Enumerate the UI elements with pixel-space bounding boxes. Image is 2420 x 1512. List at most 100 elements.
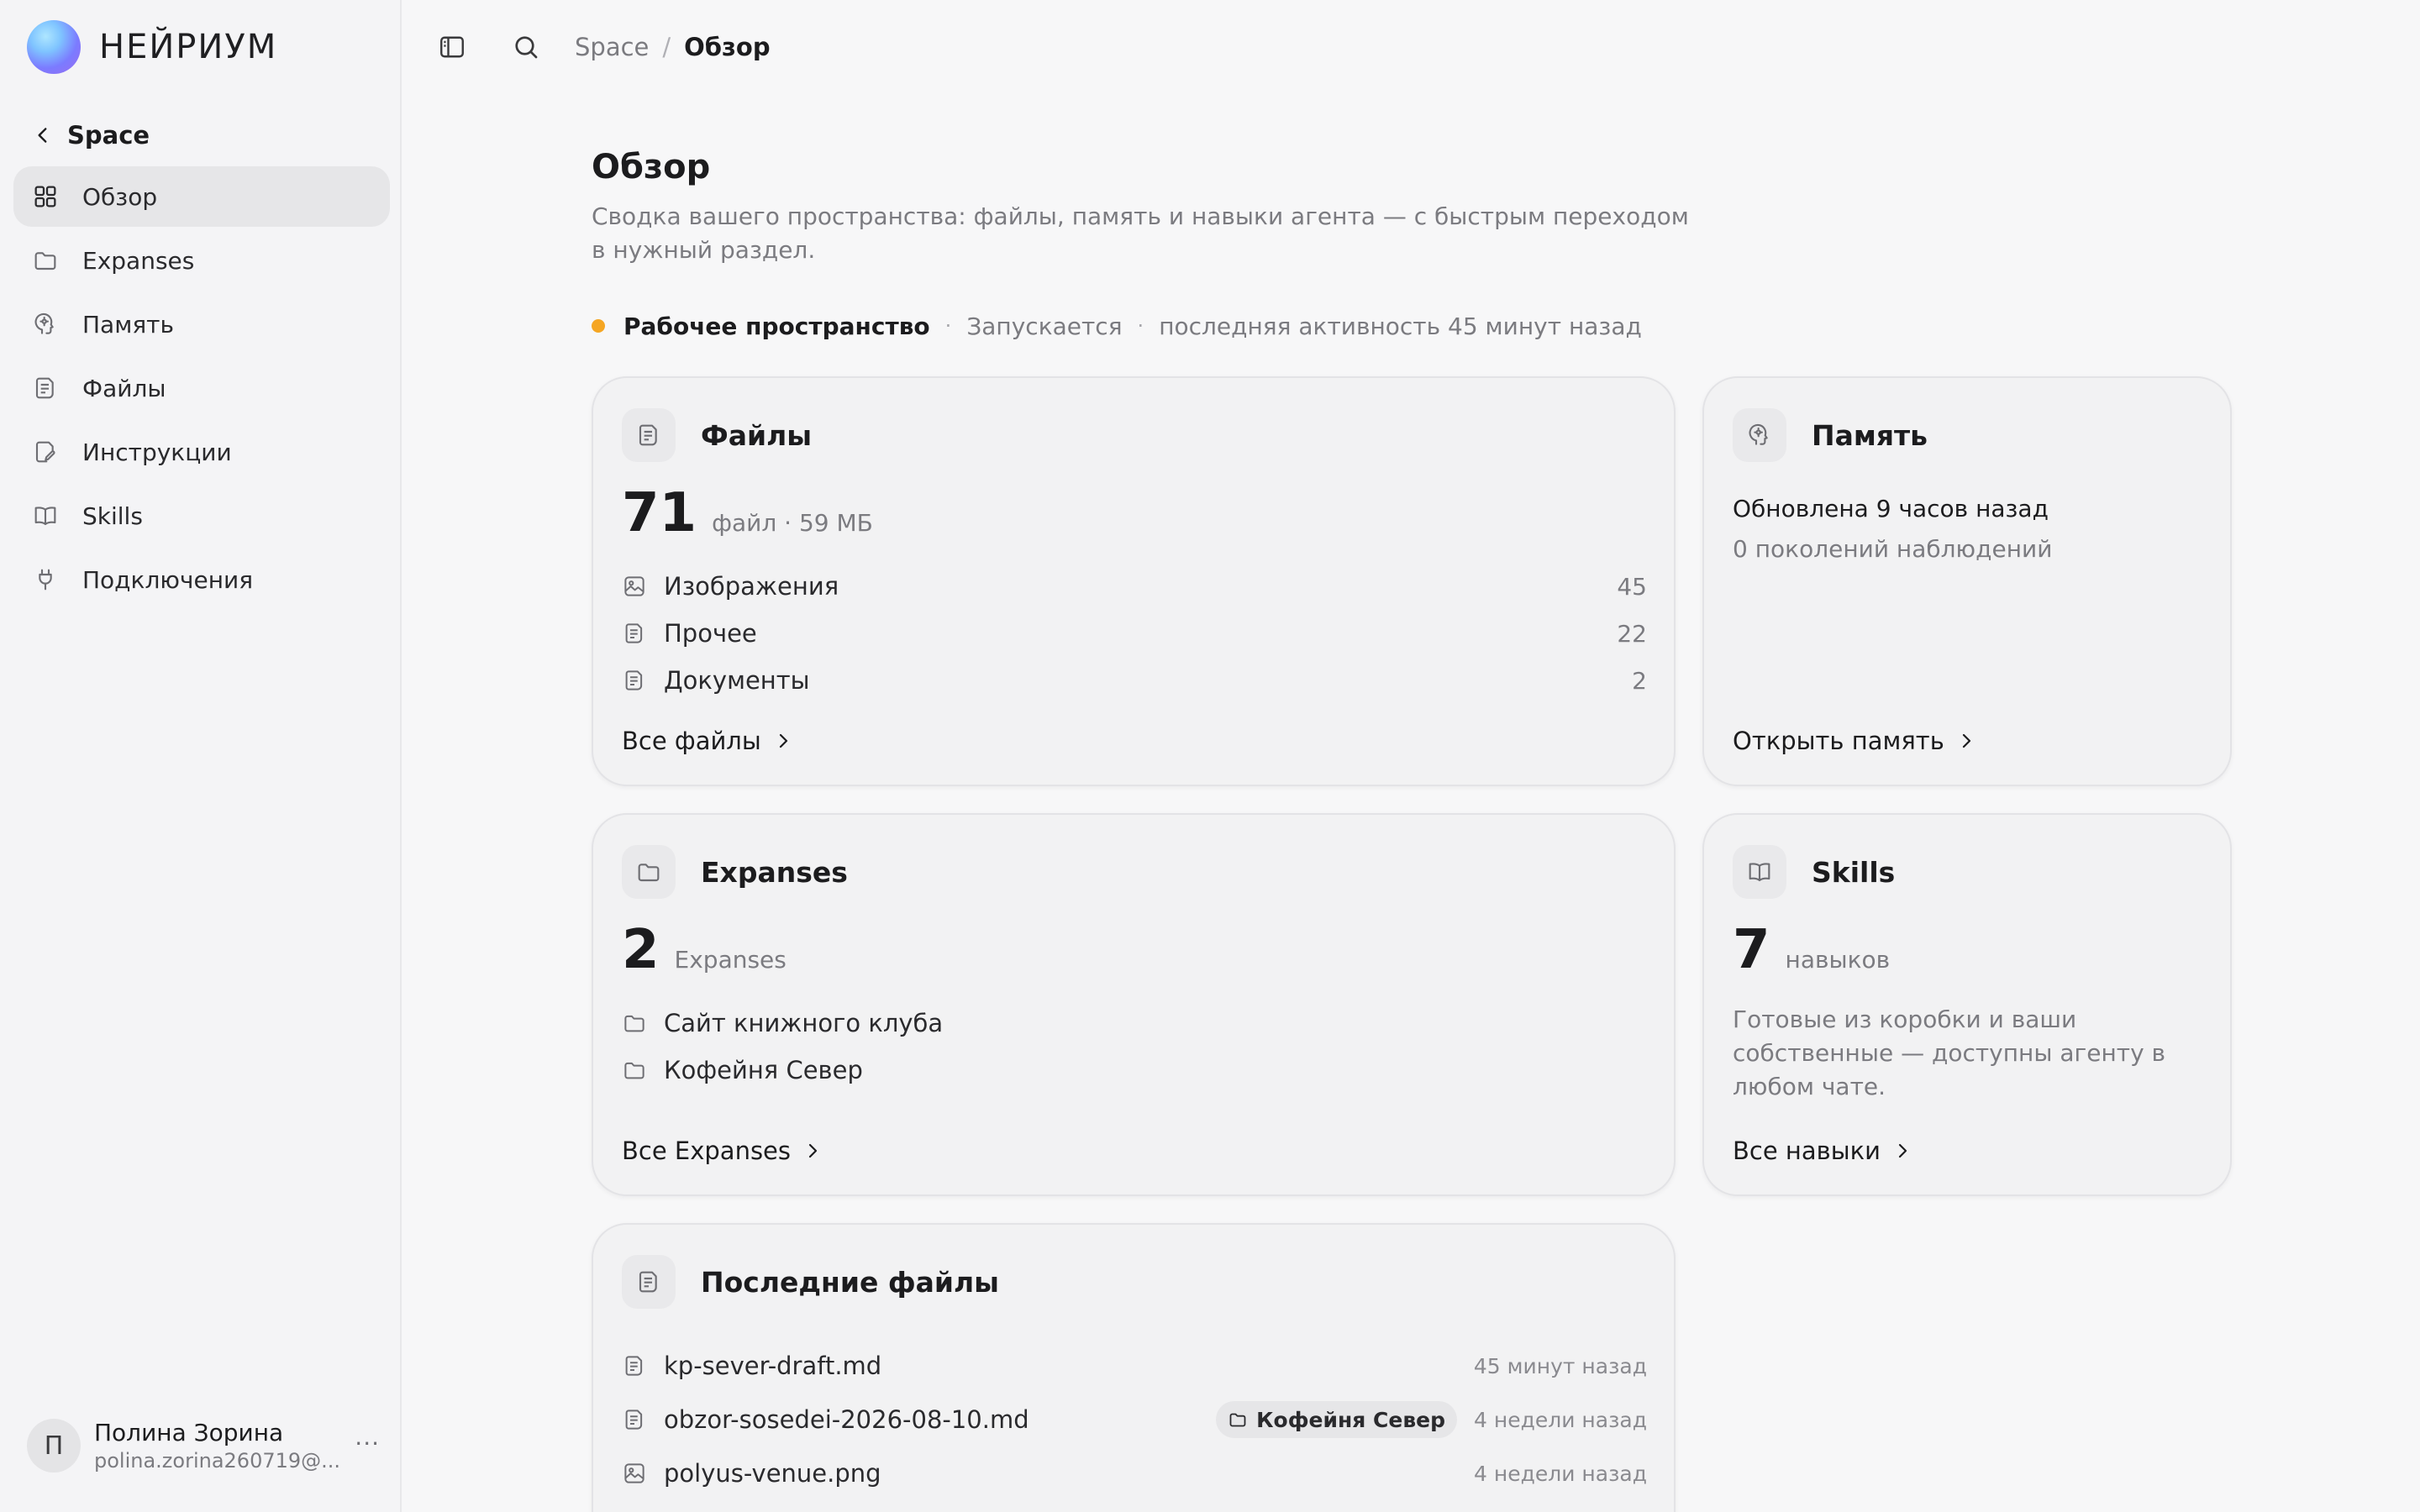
expanses-card: Expanses 2 Expanses Сайт книжного клуба … — [592, 813, 1676, 1196]
list-item[interactable]: Изображения 45 — [622, 568, 1647, 605]
more-options-icon[interactable]: ··· — [355, 1430, 380, 1457]
card-title: Skills — [1812, 855, 1896, 889]
file-icon — [35, 377, 54, 399]
link-label: Все навыки — [1733, 1137, 1881, 1165]
book-icon — [1749, 863, 1770, 882]
count-number: 71 — [622, 482, 697, 544]
card-title: Файлы — [701, 418, 813, 452]
file-name: polyus-venue.png — [664, 1459, 881, 1488]
sidebar-item-connections[interactable]: Подключения — [13, 549, 390, 610]
sidebar-item-expanses[interactable]: Expanses — [13, 230, 390, 291]
status-state: Запускается — [966, 312, 1123, 340]
table-row[interactable]: polyus-venue.png 4 недели назад — [622, 1455, 1647, 1492]
tag-label: Кофейня Север — [1256, 1407, 1445, 1432]
status-workspace-name: Рабочее пространство — [623, 312, 930, 340]
file-name: kp-sever-draft.md — [664, 1352, 882, 1380]
card-icon — [622, 845, 676, 899]
memory-updated: Обновлена 9 часов назад — [1733, 495, 2049, 522]
table-row[interactable]: kp-sever-draft.md 45 минут назад — [622, 1347, 1647, 1384]
back-to-space-link[interactable]: Space — [32, 118, 150, 153]
sidebar-item-overview[interactable]: Обзор — [13, 166, 390, 227]
count-unit: навыков — [1785, 946, 1891, 974]
list-item[interactable]: Кофейня Север — [622, 1052, 1647, 1089]
file-icon — [639, 424, 657, 446]
user-name: Полина Зорина — [94, 1419, 284, 1446]
sidebar-item-skills[interactable]: Skills — [13, 486, 390, 546]
folder-icon — [624, 1015, 644, 1032]
topbar: Space / Обзор — [437, 29, 771, 66]
sidebar-item-label: Файлы — [82, 374, 166, 402]
card-icon — [622, 408, 676, 462]
link-label: Все файлы — [622, 727, 761, 755]
image-icon — [624, 576, 644, 596]
skills-count: 7 навыков — [1733, 919, 1890, 981]
breadcrumb-space[interactable]: Space — [575, 33, 649, 61]
card-header: Последние файлы — [622, 1255, 999, 1309]
list-item-label: Кофейня Север — [664, 1056, 863, 1084]
user-profile[interactable]: П Полина Зорина polina.zorina260719@... … — [27, 1416, 380, 1475]
list-item-count: 45 — [1617, 572, 1647, 601]
status-separator: · — [944, 314, 952, 338]
sidebar-toggle-icon[interactable] — [437, 32, 467, 62]
skills-card: Skills 7 навыков Готовые из коробки и ва… — [1702, 813, 2232, 1196]
list-item[interactable]: Документы 2 — [622, 662, 1647, 699]
folder-icon — [624, 1062, 644, 1079]
chevron-right-icon — [1962, 733, 1970, 748]
card-header: Память — [1733, 408, 1928, 462]
list-item[interactable]: Сайт книжного клуба — [622, 1005, 1647, 1042]
folder-icon — [638, 864, 660, 882]
all-files-link[interactable]: Все файлы — [622, 722, 793, 759]
sidebar-item-label: Обзор — [82, 182, 158, 211]
sidebar-item-label: Инструкции — [82, 438, 232, 466]
brand-orb-icon — [27, 20, 81, 74]
brand-logo[interactable]: НЕЙРИУМ — [27, 18, 277, 76]
skills-description: Готовые из коробки и ваши собственные — … — [1733, 1005, 2166, 1100]
file-icon — [625, 1356, 643, 1376]
instructions-icon — [35, 441, 55, 463]
recent-files-card: Последние файлы kp-sever-draft.md 45 мин… — [592, 1223, 1676, 1512]
list-item[interactable]: Прочее 22 — [622, 615, 1647, 652]
search-icon[interactable] — [511, 32, 541, 62]
breadcrumb-current: Обзор — [684, 33, 771, 61]
memory-generations: 0 поколений наблюдений — [1733, 535, 2053, 563]
count-number: 2 — [622, 919, 660, 981]
brand-name: НЕЙРИУМ — [99, 28, 278, 66]
folder-icon — [34, 252, 56, 270]
file-icon — [625, 670, 643, 690]
sidebar-nav: Обзор Expanses Память Файлы Инструкции S… — [13, 166, 390, 613]
list-item-label: Документы — [664, 666, 810, 695]
chevron-right-icon — [808, 1143, 818, 1158]
open-memory-link[interactable]: Открыть память — [1733, 722, 1976, 759]
back-link-label: Space — [67, 121, 150, 150]
status-dot — [592, 319, 605, 333]
list-item-count: 2 — [1632, 666, 1647, 695]
avatar: П — [27, 1419, 81, 1473]
brain-icon — [34, 312, 54, 334]
sidebar-item-files[interactable]: Файлы — [13, 358, 390, 418]
card-title: Expanses — [701, 855, 848, 889]
sidebar-item-label: Подключения — [82, 565, 254, 594]
file-name: obzor-sosedei-2026-08-10.md — [664, 1405, 1029, 1434]
table-row[interactable]: obzor-sosedei-2026-08-10.md Кофейня Севе… — [622, 1401, 1647, 1438]
list-item-label: Сайт книжного клуба — [664, 1009, 944, 1037]
all-expanses-link[interactable]: Все Expanses — [622, 1132, 823, 1169]
list-item-label: Изображения — [664, 572, 839, 601]
page-title: Обзор — [592, 148, 711, 186]
files-card: Файлы 71 файл · 59 МБ Изображения 45 Про… — [592, 376, 1676, 786]
count-unit: Expanses — [674, 946, 786, 974]
all-skills-link[interactable]: Все навыки — [1733, 1132, 1912, 1169]
list-item-count: 22 — [1617, 619, 1647, 648]
expanse-tag[interactable]: Кофейня Север — [1216, 1401, 1457, 1438]
sidebar-item-instructions[interactable]: Инструкции — [13, 422, 390, 482]
card-title: Последние файлы — [701, 1265, 999, 1299]
page-subtitle: Сводка вашего пространства: файлы, памят… — [592, 202, 1689, 264]
card-header: Skills — [1733, 845, 1895, 899]
sidebar-item-label: Expanses — [82, 246, 195, 275]
sidebar-item-memory[interactable]: Память — [13, 294, 390, 354]
card-icon — [1733, 845, 1786, 899]
folder-icon — [1229, 1413, 1246, 1427]
user-info: Полина Зорина polina.zorina260719@... — [94, 1418, 340, 1473]
grid-icon — [34, 186, 56, 207]
chevron-left-icon — [38, 128, 47, 143]
files-count: 71 файл · 59 МБ — [622, 482, 873, 544]
